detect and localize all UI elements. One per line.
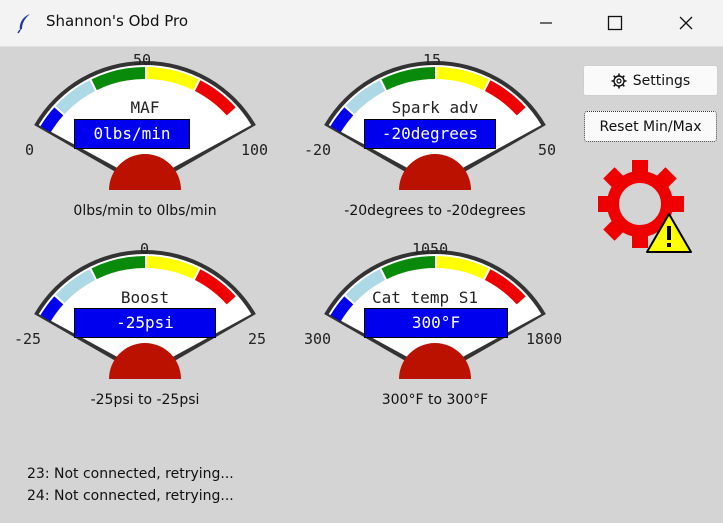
gauge-min-max-text: -25psi to -25psi (90, 392, 200, 408)
close-icon (679, 16, 693, 30)
gauge-value: -25psi (74, 308, 216, 338)
gauge-max-tick: 100 (241, 141, 269, 159)
gauge-max-tick: 1800 (526, 330, 563, 348)
feather-icon (17, 14, 30, 34)
gear-warning-icon (598, 160, 692, 253)
gauge-max-tick: 50 (538, 141, 557, 159)
gauge-title: MAF (130, 98, 160, 117)
title-bar: Shannon's Obd Pro (0, 0, 723, 47)
gauge-mid-tick: 1050 (412, 240, 449, 258)
gauge-value: 300°F (364, 308, 508, 338)
status-line: 23: Not connected, retrying... (27, 466, 234, 482)
gauge-title: Cat temp S1 (372, 288, 478, 307)
gauge-min-tick: 300 (304, 330, 332, 348)
settings-button-label: Settings (632, 72, 691, 89)
gauge-value: 0lbs/min (74, 119, 190, 149)
gauge-max-tick: 25 (248, 330, 267, 348)
gauge-value: -20degrees (364, 119, 496, 149)
window-title: Shannon's Obd Pro (46, 12, 189, 30)
gauge-min-tick: 0 (25, 141, 35, 159)
gauge-min-tick: -20 (304, 141, 332, 159)
gauge-min-tick: -25 (14, 330, 42, 348)
close-button[interactable] (663, 0, 709, 46)
gear-icon (611, 73, 627, 88)
status-line: 24: Not connected, retrying... (27, 488, 234, 504)
gauge-boost: 0 -25 25 Boost -25psi -25psi to -25psi (0, 238, 290, 438)
minimize-button[interactable] (523, 0, 569, 46)
maximize-icon (607, 15, 623, 31)
gauge-min-max-text: 0lbs/min to 0lbs/min (73, 203, 217, 219)
gauge-min-max-text: -20degrees to -20degrees (344, 203, 526, 219)
settings-button[interactable]: Settings (583, 65, 718, 96)
gauge-mid-tick: 0 (140, 240, 150, 258)
gauge-min-max-text: 300°F to 300°F (381, 392, 489, 408)
gauge-spark-adv: 15 -20 50 Spark adv -20degrees -20degree… (290, 46, 580, 246)
gauge-mid-tick: 15 (423, 51, 442, 69)
minimize-icon (540, 22, 552, 24)
gauge-mid-tick: 50 (133, 51, 152, 69)
reset-button-label: Reset Min/Max (599, 118, 702, 135)
gauge-cat-temp-s1: 1050 300 1800 Cat temp S1 300°F 300°F to… (290, 238, 580, 438)
gauge-title: Spark adv (391, 98, 479, 117)
gauge-title: Boost (120, 288, 170, 307)
gauge-dial (34, 250, 256, 379)
maximize-button[interactable] (592, 0, 638, 46)
reset-min-max-button[interactable]: Reset Min/Max (584, 111, 717, 142)
gauge-maf: 50 0 100 MAF 0lbs/min 0lbs/min to 0lbs/m… (0, 46, 290, 246)
